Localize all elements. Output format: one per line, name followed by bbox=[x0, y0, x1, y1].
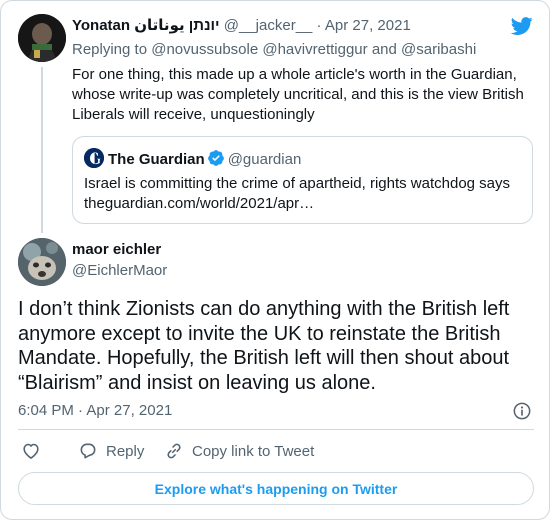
info-icon[interactable] bbox=[512, 401, 532, 421]
avatar-yonatan[interactable] bbox=[18, 14, 66, 62]
copy-link-label: Copy link to Tweet bbox=[192, 442, 315, 460]
quoted-headline: Israel is committing the crime of aparth… bbox=[84, 175, 511, 192]
mention-link[interactable]: @saribashi bbox=[401, 41, 476, 58]
main-tweet-text: I don’t think Zionists can do anything w… bbox=[18, 298, 510, 394]
replying-and: and bbox=[371, 41, 397, 58]
quoted-tweet-text: Israel is committing the crime of aparth… bbox=[84, 174, 524, 214]
tweet-date[interactable]: Apr 27, 2021 bbox=[325, 17, 411, 34]
author-handle[interactable]: @__jacker__ bbox=[224, 17, 313, 34]
copy-link-button[interactable]: Copy link to Tweet bbox=[164, 439, 314, 463]
author-name[interactable]: Yonatan יונתן يوناتان bbox=[72, 17, 220, 34]
reply-label: Reply bbox=[106, 442, 145, 460]
reply-tweet-header: Yonatan יונתן يوناتان @__jacker__ · Apr … bbox=[72, 16, 411, 34]
quoted-tweet[interactable]: The Guardian @guardian Israel is committi… bbox=[72, 136, 533, 224]
like-button[interactable] bbox=[21, 439, 49, 463]
link-icon bbox=[167, 443, 181, 459]
quoted-author-handle: @guardian bbox=[227, 151, 302, 168]
verified-badge-icon bbox=[207, 150, 224, 166]
tweet-time[interactable]: 6:04 PM bbox=[18, 402, 74, 419]
quoted-tweet-header: The Guardian @guardian bbox=[108, 149, 301, 168]
author-handle[interactable]: @EichlerMaor bbox=[72, 262, 167, 279]
explore-twitter-button[interactable]: Explore what's happening on Twitter bbox=[18, 472, 534, 505]
separator: · bbox=[316, 17, 322, 34]
twitter-bird-icon[interactable] bbox=[510, 15, 534, 37]
avatar-maor[interactable] bbox=[18, 238, 66, 286]
tweet-timestamp[interactable]: 6:04 PM · Apr 27, 2021 bbox=[18, 402, 172, 419]
heart-icon bbox=[23, 443, 39, 459]
reply-icon bbox=[80, 443, 96, 459]
divider bbox=[18, 429, 534, 430]
reply-button[interactable]: Reply bbox=[78, 439, 144, 463]
thread-connector bbox=[41, 67, 43, 233]
mention-link[interactable]: @novussubsole bbox=[151, 41, 258, 58]
quoted-link[interactable]: theguardian.com/world/2021/apr… bbox=[84, 194, 524, 214]
guardian-logo-icon bbox=[84, 148, 104, 168]
tweet-date[interactable]: Apr 27, 2021 bbox=[86, 402, 172, 419]
replying-to-label: Replying to bbox=[72, 41, 148, 58]
reply-tweet-text: For one thing, this made up a whole arti… bbox=[72, 66, 524, 123]
tweet-embed-card: Yonatan יונתן يوناتان @__jacker__ · Apr … bbox=[0, 0, 550, 520]
separator: · bbox=[78, 402, 84, 419]
quoted-author-name: The Guardian bbox=[108, 151, 205, 168]
mention-link[interactable]: @havivrettiggur bbox=[262, 41, 367, 58]
author-name[interactable]: maor eichler bbox=[72, 241, 161, 258]
replying-to: Replying to @novussubsole @havivrettiggu… bbox=[72, 41, 476, 58]
